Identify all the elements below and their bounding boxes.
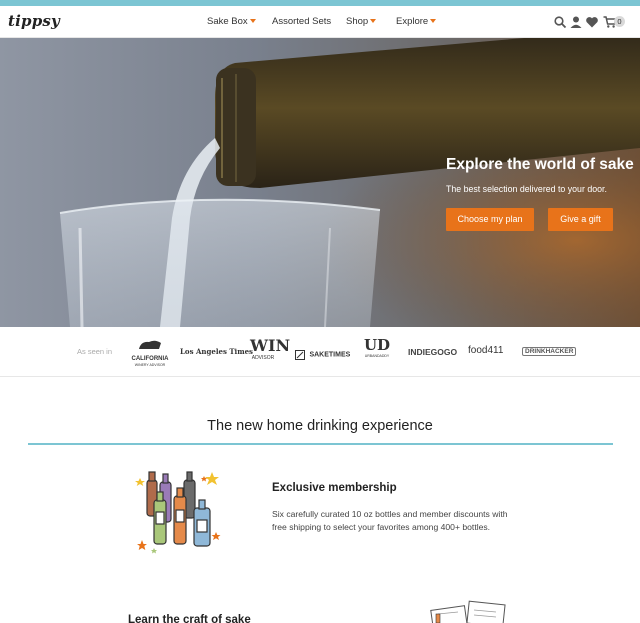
site-header: tippsy Sake Box Assorted Sets Shop Explo… <box>0 6 640 38</box>
press-logo-subtext: WINERY ADVISOR <box>134 363 166 367</box>
as-seen-in-label: As seen in <box>77 347 113 356</box>
press-logo-text: CALIFORNIA <box>131 356 169 362</box>
press-strip: As seen in CALIFORNIA WINERY ADVISOR Los… <box>0 327 640 377</box>
feature-description: Six carefully curated 10 oz bottles and … <box>272 509 508 532</box>
bear-icon <box>139 340 161 349</box>
saketimes-mark-icon <box>295 349 305 360</box>
tasting-cards-illustration <box>430 600 506 623</box>
press-logo-wine-advisor: WIN ADVISOR <box>250 336 291 362</box>
feature-title: Exclusive membership <box>272 482 397 494</box>
press-logo-drinkhacker: DRINKHACKER <box>522 347 577 356</box>
section-title: The new home drinking experience <box>207 418 433 434</box>
cart-count-badge: 0 <box>614 16 625 27</box>
press-logo-california: CALIFORNIA WINERY ADVISOR <box>130 337 170 367</box>
hero-banner: Explore the world of sake The best selec… <box>0 38 640 327</box>
press-logo-text: WIN <box>250 336 291 355</box>
press-logo-indiegogo: INDIEGOGO <box>408 347 458 357</box>
press-logo-text: SAKETIMES <box>309 351 351 359</box>
bottles-illustration <box>135 471 221 554</box>
give-gift-button[interactable]: Give a gift <box>548 208 613 231</box>
account-icon[interactable] <box>569 15 583 29</box>
header-icons: 0 <box>0 15 640 31</box>
press-logo-subtext: ADVISOR <box>251 355 275 361</box>
hero-subtitle: The best selection delivered to your doo… <box>446 184 607 194</box>
feature-title: Learn the craft of sake <box>128 614 251 623</box>
press-logo-saketimes: SAKETIMES <box>295 346 350 364</box>
hero-image <box>0 38 640 327</box>
hero-title: Explore the world of sake <box>446 156 634 173</box>
heart-icon[interactable] <box>585 15 599 29</box>
press-logo-text: UD <box>363 336 391 354</box>
press-logo-subtext: URBANDADDY <box>364 354 390 358</box>
section-divider <box>28 443 613 445</box>
search-icon[interactable] <box>553 15 567 29</box>
choose-plan-button[interactable]: Choose my plan <box>446 208 534 231</box>
press-logo-la-times: Los Angeles Times <box>180 347 253 356</box>
press-logo-food411: food411 <box>468 345 504 356</box>
press-logo-urbandaddy: UD URBANDADDY <box>360 337 394 359</box>
